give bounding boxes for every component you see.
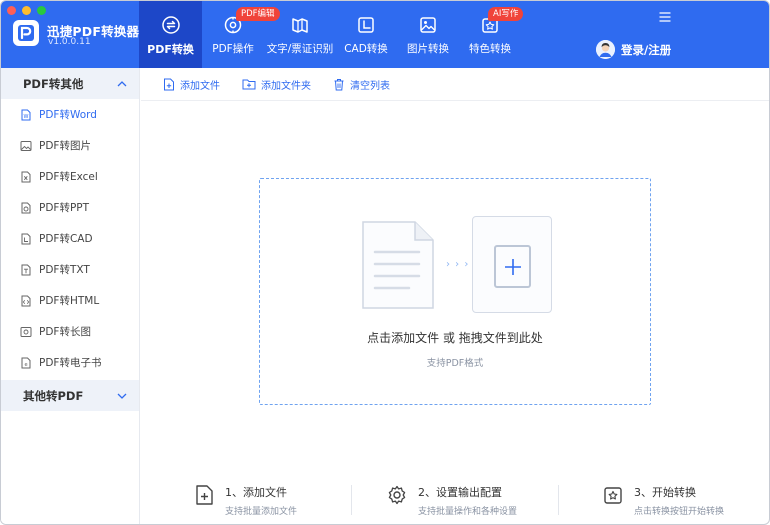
add-file-label: 添加文件 bbox=[180, 80, 220, 92]
sidebar-item-pdf-to-ppt[interactable]: PDF转PPT bbox=[1, 192, 139, 223]
top-bar: 迅捷PDF转换器 v1.0.0.11 PDF转换 PDF编辑 PDF操作 文字/… bbox=[1, 1, 769, 68]
drop-zone-hint: 支持PDF格式 bbox=[426, 358, 484, 369]
svg-text:e: e bbox=[24, 362, 27, 368]
nav-label: PDF转换 bbox=[147, 43, 194, 56]
add-folder-button[interactable]: 添加文件夹 bbox=[242, 77, 311, 92]
add-folder-label: 添加文件夹 bbox=[261, 80, 311, 92]
window-controls bbox=[7, 6, 46, 15]
step-description: 支持批量添加文件 bbox=[225, 507, 298, 517]
image-icon bbox=[420, 17, 436, 33]
sidebar-item-pdf-to-word[interactable]: W PDF转Word bbox=[1, 99, 139, 130]
step-title: 2、设置输出配置 bbox=[418, 486, 502, 499]
nav-tab-special[interactable]: AI写作 特色转换 bbox=[460, 1, 524, 68]
step-start-convert: 3、开始转换 点击转换按钮开始转换 bbox=[602, 479, 724, 519]
nav-label: 文字/票证识别 bbox=[266, 43, 334, 55]
sidebar-item-label: PDF转图片 bbox=[39, 140, 91, 152]
sidebar-group-label: PDF转其他 bbox=[23, 76, 84, 91]
maximize-window-button[interactable] bbox=[37, 6, 46, 15]
app-logo-icon bbox=[13, 20, 39, 46]
cad-icon bbox=[358, 17, 374, 33]
step-description: 点击转换按钮开始转换 bbox=[634, 507, 725, 517]
nav-label: 图片转换 bbox=[407, 43, 449, 55]
step-description: 支持批量操作和各种设置 bbox=[418, 507, 518, 517]
step-divider bbox=[351, 485, 352, 515]
sidebar-item-pdf-to-cad[interactable]: PDF转CAD bbox=[1, 223, 139, 254]
step-add-file: 1、添加文件 支持批量添加文件 bbox=[193, 479, 297, 519]
app-version: v1.0.0.11 bbox=[48, 37, 91, 47]
nav-label: CAD转换 bbox=[344, 43, 388, 55]
sidebar-item-pdf-to-ebook[interactable]: e PDF转电子书 bbox=[1, 347, 139, 378]
nav-tab-ocr[interactable]: 文字/票证识别 bbox=[264, 1, 336, 68]
sidebar-item-pdf-to-html[interactable]: PDF转HTML bbox=[1, 285, 139, 316]
step-output-settings: 2、设置输出配置 支持批量操作和各种设置 bbox=[386, 479, 517, 519]
step-title: 1、添加文件 bbox=[225, 486, 287, 499]
convert-icon bbox=[161, 16, 180, 34]
sidebar-item-label: PDF转Excel bbox=[39, 171, 98, 183]
add-file-icon bbox=[164, 78, 174, 90]
nav-tab-cad[interactable]: CAD转换 bbox=[336, 1, 396, 68]
add-folder-icon bbox=[242, 79, 256, 90]
close-window-button[interactable] bbox=[7, 6, 16, 15]
sidebar-item-label: PDF转CAD bbox=[39, 233, 93, 245]
app-window: 迅捷PDF转换器 v1.0.0.11 PDF转换 PDF编辑 PDF操作 文字/… bbox=[0, 0, 770, 525]
clear-list-label: 清空列表 bbox=[350, 80, 390, 92]
steps-guide: 1、添加文件 支持批量添加文件 2、设置输出配置 支持批量操作和各种设置 3、开… bbox=[141, 479, 769, 519]
sidebar-item-label: PDF转电子书 bbox=[39, 357, 102, 369]
sidebar-item-label: PDF转TXT bbox=[39, 264, 90, 276]
image-file-icon bbox=[20, 140, 32, 151]
login-register-link[interactable]: 登录/注册 bbox=[621, 42, 671, 58]
main-nav: PDF转换 PDF编辑 PDF操作 文字/票证识别 CAD转换 图片转换 AI写… bbox=[139, 1, 524, 68]
svg-text:W: W bbox=[24, 114, 29, 120]
word-file-icon: W bbox=[21, 109, 31, 120]
nav-tab-pdf-convert[interactable]: PDF转换 bbox=[139, 1, 202, 68]
cad-file-icon bbox=[21, 233, 31, 244]
add-file-icon bbox=[196, 485, 213, 505]
nav-tab-pdf-ops[interactable]: PDF编辑 PDF操作 bbox=[202, 1, 280, 68]
nav-label: 特色转换 bbox=[469, 43, 511, 55]
add-file-plus-button[interactable] bbox=[494, 245, 531, 288]
sidebar-item-label: PDF转长图 bbox=[39, 326, 91, 338]
clear-list-button[interactable]: 清空列表 bbox=[333, 77, 390, 92]
add-file-card[interactable] bbox=[472, 216, 552, 313]
step-divider bbox=[558, 485, 559, 515]
drop-zone-title: 点击添加文件 或 拖拽文件到此处 bbox=[367, 331, 543, 345]
plus-icon bbox=[504, 258, 521, 275]
arrows-indicator: › › › bbox=[446, 259, 470, 270]
settings-gear-icon bbox=[388, 485, 406, 505]
excel-file-icon bbox=[21, 171, 31, 182]
file-toolbar: 添加文件 添加文件夹 清空列表 bbox=[141, 68, 769, 101]
ebook-icon: e bbox=[21, 357, 31, 368]
html-file-icon bbox=[21, 295, 31, 306]
chevron-down-icon bbox=[117, 393, 127, 399]
sidebar-item-pdf-to-long-image[interactable]: PDF转长图 bbox=[1, 316, 139, 347]
start-convert-icon bbox=[604, 487, 622, 504]
long-image-icon bbox=[20, 326, 32, 337]
ai-writing-badge: AI写作 bbox=[488, 7, 524, 21]
txt-file-icon bbox=[21, 264, 31, 275]
menu-icon[interactable] bbox=[658, 11, 672, 23]
ppt-file-icon bbox=[21, 202, 31, 213]
sidebar-group-label: 其他转PDF bbox=[23, 388, 84, 403]
chevron-up-icon bbox=[117, 80, 127, 86]
ocr-icon bbox=[292, 18, 308, 33]
sidebar-item-pdf-to-excel[interactable]: PDF转Excel bbox=[1, 161, 139, 192]
avatar[interactable] bbox=[596, 40, 615, 59]
sidebar-item-pdf-to-image[interactable]: PDF转图片 bbox=[1, 130, 139, 161]
sidebar-item-label: PDF转PPT bbox=[39, 202, 90, 214]
sidebar-item-pdf-to-txt[interactable]: PDF转TXT bbox=[1, 254, 139, 285]
add-file-button[interactable]: 添加文件 bbox=[163, 77, 220, 92]
nav-label: PDF操作 bbox=[212, 43, 254, 55]
document-illustration-icon bbox=[362, 221, 434, 309]
sidebar-item-label: PDF转HTML bbox=[39, 295, 100, 307]
sidebar-item-label: PDF转Word bbox=[39, 109, 97, 121]
nav-tab-image[interactable]: 图片转换 bbox=[396, 1, 460, 68]
sidebar: PDF转其他 W PDF转Word PDF转图片 PDF转Excel PDF转P… bbox=[1, 68, 140, 524]
sidebar-group-other-to-pdf[interactable]: 其他转PDF bbox=[1, 380, 139, 411]
minimize-window-button[interactable] bbox=[22, 6, 31, 15]
sidebar-group-pdf-to-other[interactable]: PDF转其他 bbox=[1, 68, 139, 99]
file-drop-zone[interactable]: › › › 点击添加文件 或 拖拽文件到此处 支持PDF格式 bbox=[259, 178, 651, 405]
trash-icon bbox=[334, 78, 344, 90]
step-title: 3、开始转换 bbox=[634, 486, 696, 499]
